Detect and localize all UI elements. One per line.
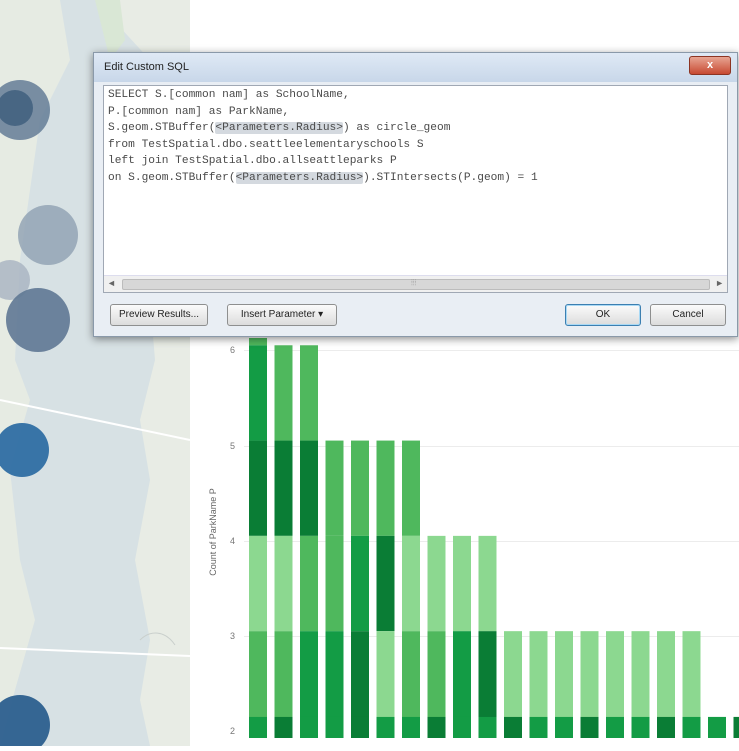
bar-segment[interactable] (326, 536, 344, 631)
parameter-token: <Parameters.Radius> (215, 122, 343, 134)
sql-token: ) as circle_geom (343, 122, 450, 134)
sql-editor[interactable]: SELECT S.[common nam] as SchoolName, P.[c… (103, 85, 728, 293)
bar-segment[interactable] (377, 441, 395, 536)
bar[interactable] (453, 717, 471, 738)
bar-segment[interactable] (249, 441, 267, 536)
bar[interactable] (657, 717, 675, 738)
scroll-right-arrow-icon[interactable]: ► (715, 278, 724, 288)
bar-segment[interactable] (377, 536, 395, 631)
bar-segment[interactable] (326, 631, 344, 726)
bar-segment[interactable] (555, 631, 573, 726)
edit-custom-sql-dialog: Edit Custom SQL x SELECT S.[common nam] … (93, 52, 738, 337)
scroll-left-arrow-icon[interactable]: ◄ (107, 278, 116, 288)
horizontal-scrollbar[interactable]: ◄ ⦙⦙⦙ ► (104, 275, 727, 292)
bar[interactable] (377, 717, 395, 738)
sql-line: left join TestSpatial.dbo.allseattlepark… (108, 153, 538, 170)
scrollbar-thumb[interactable]: ⦙⦙⦙ (122, 279, 710, 290)
sql-token: from TestSpatial.dbo.seattleelementarysc… (108, 139, 424, 151)
bar-segment[interactable] (377, 631, 395, 726)
bar-segment[interactable] (504, 631, 522, 726)
sql-token: left join TestSpatial.dbo.allseattlepark… (108, 155, 397, 167)
bar-segment[interactable] (479, 631, 497, 726)
sql-token: ).STIntersects(P.geom) = 1 (363, 172, 538, 184)
sql-line: on S.geom.STBuffer(<Parameters.Radius>).… (108, 170, 538, 187)
bar-segment[interactable] (300, 345, 318, 440)
bar[interactable] (402, 717, 420, 738)
bar[interactable] (606, 717, 624, 738)
bar-segment[interactable] (530, 631, 548, 726)
bar[interactable] (734, 717, 739, 738)
bar-segment[interactable] (606, 631, 624, 726)
bar-segment[interactable] (300, 631, 318, 726)
bar-segment[interactable] (479, 536, 497, 631)
bar-segment[interactable] (275, 631, 293, 726)
bar-segment[interactable] (428, 631, 446, 726)
bar[interactable] (300, 717, 318, 738)
bar-segment[interactable] (249, 536, 267, 631)
bar-segment[interactable] (581, 631, 599, 726)
bar[interactable] (351, 717, 369, 738)
bar[interactable] (504, 717, 522, 738)
bar-segment[interactable] (351, 441, 369, 536)
bar-segment[interactable] (351, 631, 369, 726)
sql-line: S.geom.STBuffer(<Parameters.Radius>) as … (108, 120, 538, 137)
grip-icon: ⦙⦙⦙ (411, 278, 416, 288)
bar[interactable] (275, 717, 293, 738)
sql-line: SELECT S.[common nam] as SchoolName, (108, 87, 538, 104)
bar-segment[interactable] (351, 536, 369, 631)
bar-segment[interactable] (249, 338, 267, 345)
ok-button[interactable]: OK (565, 304, 641, 326)
bar-segment[interactable] (402, 631, 420, 726)
bar-segment[interactable] (453, 536, 471, 631)
close-button[interactable]: x (689, 56, 731, 75)
bar-segment[interactable] (453, 631, 471, 726)
bar-segment[interactable] (326, 441, 344, 536)
bar-segment[interactable] (275, 441, 293, 536)
bar-segment[interactable] (275, 536, 293, 631)
bar-segment[interactable] (402, 536, 420, 631)
bar[interactable] (530, 717, 548, 738)
preview-results-button[interactable]: Preview Results... (110, 304, 208, 326)
bar-segment[interactable] (300, 441, 318, 536)
dialog-title: Edit Custom SQL (104, 61, 189, 73)
bar[interactable] (632, 717, 650, 738)
bar-segment[interactable] (683, 631, 701, 726)
bar[interactable] (249, 717, 267, 738)
bar-segment[interactable] (632, 631, 650, 726)
bar-segment[interactable] (275, 345, 293, 440)
bar-segment[interactable] (402, 441, 420, 536)
bar-segment[interactable] (249, 345, 267, 440)
bar[interactable] (479, 717, 497, 738)
bar[interactable] (326, 717, 344, 738)
cancel-button[interactable]: Cancel (650, 304, 726, 326)
bar[interactable] (683, 717, 701, 738)
insert-parameter-button[interactable]: Insert Parameter ▾ (227, 304, 337, 326)
sql-token: SELECT S.[common nam] as SchoolName, (108, 89, 350, 101)
bar-segment[interactable] (428, 536, 446, 631)
bar-segment[interactable] (249, 631, 267, 726)
sql-token: S.geom.STBuffer( (108, 122, 215, 134)
sql-line: P.[common nam] as ParkName, (108, 104, 538, 121)
bar[interactable] (581, 717, 599, 738)
bar[interactable] (428, 717, 446, 738)
sql-token: P.[common nam] as ParkName, (108, 106, 289, 118)
sql-text: SELECT S.[common nam] as SchoolName, P.[c… (108, 87, 538, 186)
dialog-titlebar[interactable]: Edit Custom SQL x (94, 53, 737, 82)
bar[interactable] (555, 717, 573, 738)
sql-line: from TestSpatial.dbo.seattleelementarysc… (108, 137, 538, 154)
sql-token: on S.geom.STBuffer( (108, 172, 236, 184)
bar-segment[interactable] (657, 631, 675, 726)
bar-segment[interactable] (300, 536, 318, 631)
bar[interactable] (708, 717, 726, 738)
parameter-token: <Parameters.Radius> (236, 172, 364, 184)
